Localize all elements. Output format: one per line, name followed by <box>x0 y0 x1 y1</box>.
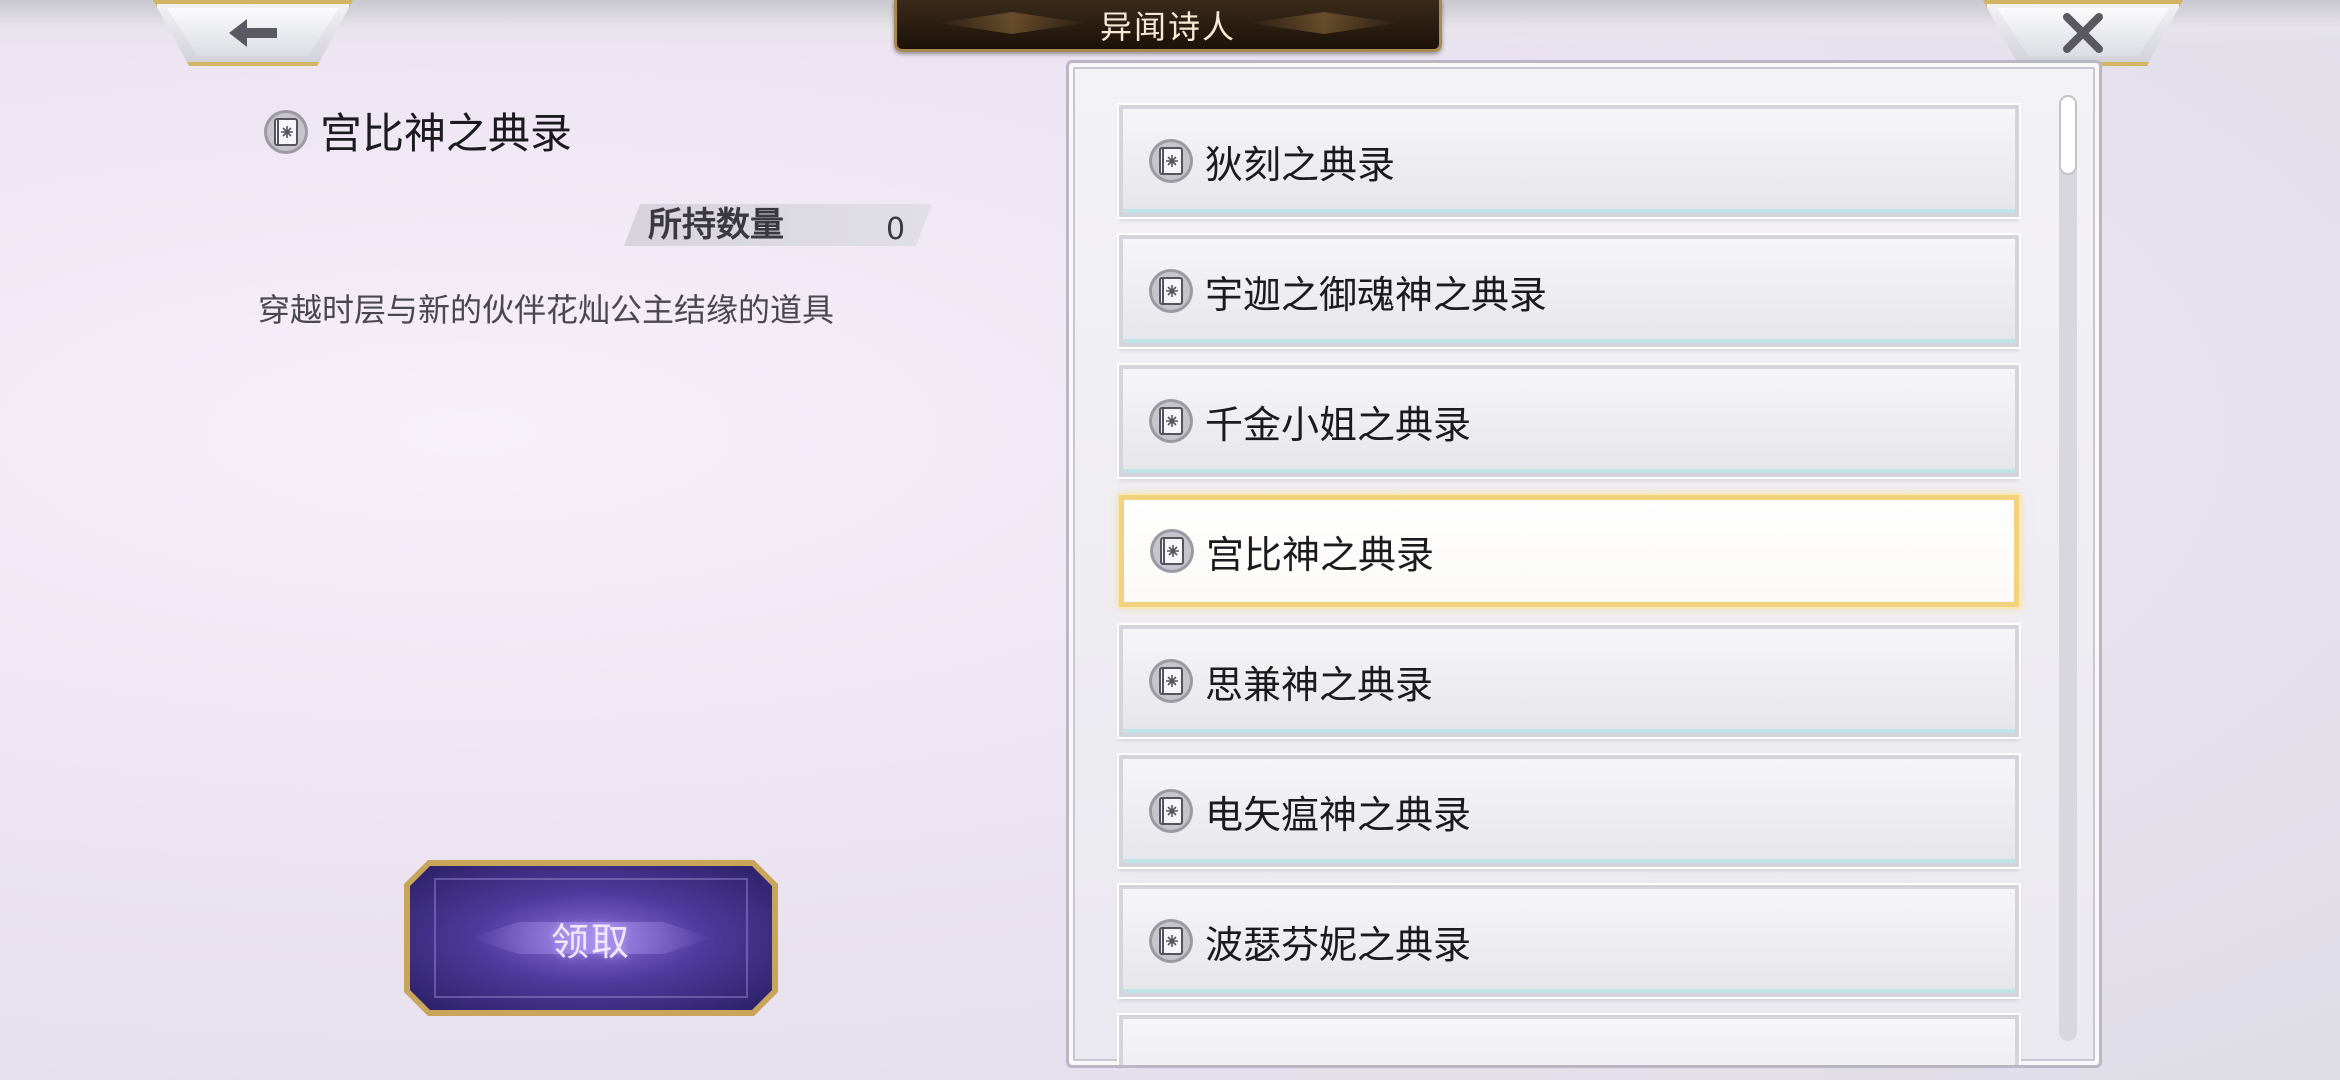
tome-icon <box>1149 659 1193 703</box>
list-item[interactable]: 千金小姐之典录 <box>1119 365 2019 477</box>
list-item-label: 宫比神之典录 <box>1206 532 1435 577</box>
tome-icon <box>1150 529 1194 573</box>
tome-icon <box>1149 269 1193 313</box>
quantity-label: 所持数量 <box>648 205 784 245</box>
list-item-label: 电矢瘟神之典录 <box>1205 792 1472 837</box>
tome-icon <box>1149 789 1193 833</box>
back-button[interactable] <box>153 0 353 66</box>
list-scrollbar[interactable] <box>2059 95 2077 1041</box>
list-item-label: 千金小姐之典录 <box>1205 402 1472 447</box>
list-item[interactable]: 电矢瘟神之典录 <box>1119 755 2019 867</box>
list-item[interactable]: 思兼神之典录 <box>1119 625 2019 737</box>
quantity-value: 0 <box>886 212 906 247</box>
tome-icon <box>1149 139 1193 183</box>
list-item[interactable]: 波瑟芬妮之典录 <box>1119 885 2019 997</box>
list-item[interactable]: 宇迦之御魂神之典录 <box>1119 235 2019 347</box>
list-item[interactable]: 狄刻之典录 <box>1119 105 2019 217</box>
tome-icon <box>264 110 308 154</box>
arrow-left-icon <box>229 19 277 47</box>
item-description: 穿越时层与新的伙伴花灿公主结缘的道具 <box>258 291 835 329</box>
tome-icon <box>1149 399 1193 443</box>
close-icon <box>2063 13 2103 53</box>
claim-button-label: 领取 <box>550 919 631 964</box>
tome-icon <box>1149 919 1193 963</box>
list-item-label: 波瑟芬妮之典录 <box>1205 922 1472 967</box>
list-item-label: 思兼神之典录 <box>1205 662 1434 707</box>
list-item-partial[interactable] <box>1119 1015 2019 1065</box>
list-item-selected[interactable]: 宫比神之典录 <box>1119 495 2019 607</box>
close-button[interactable] <box>1983 0 2183 66</box>
scroll-thumb[interactable] <box>2059 95 2077 175</box>
title-plate: 异闻诗人 <box>894 0 1442 52</box>
item-list-panel[interactable]: 狄刻之典录 宇迦之御魂神之典录 千金小姐之典录 宫比神之典录 思兼神之典录 电矢… <box>1066 60 2102 1068</box>
item-name: 宫比神之典录 <box>320 109 573 158</box>
list-item-label: 宇迦之御魂神之典录 <box>1205 272 1548 317</box>
list-item-label: 狄刻之典录 <box>1205 142 1396 187</box>
claim-button[interactable]: 领取 <box>404 860 778 1016</box>
page-title: 异闻诗人 <box>1099 7 1236 46</box>
